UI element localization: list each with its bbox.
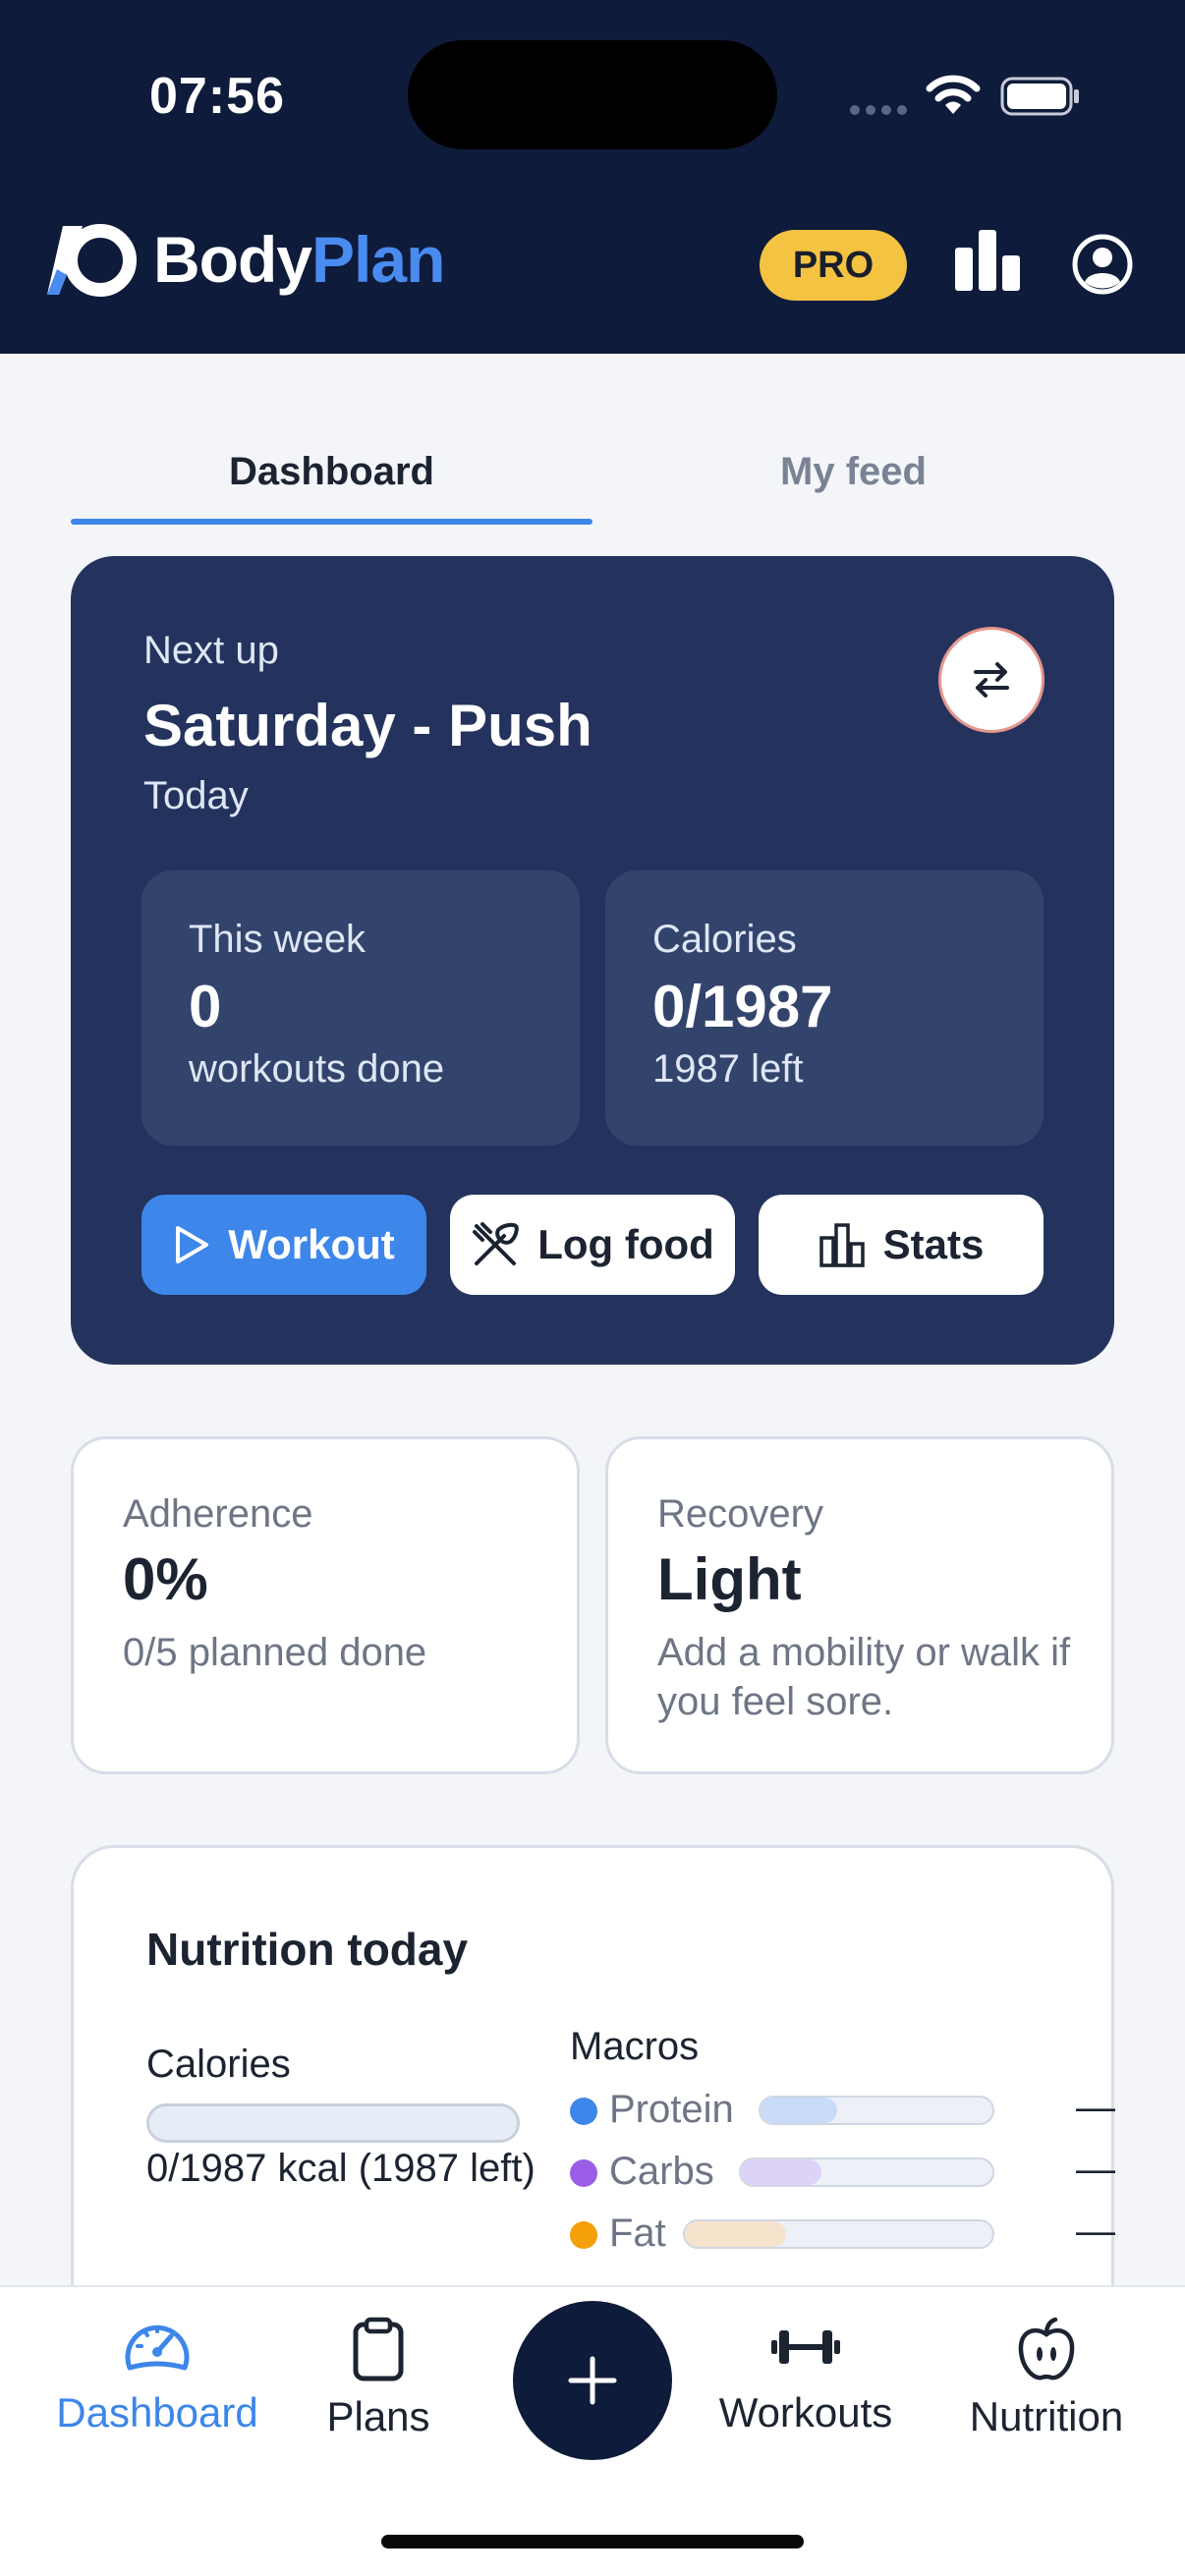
- protein-dot: [570, 2098, 597, 2125]
- active-tab-indicator: [71, 519, 592, 525]
- dumbbell-icon: [771, 2330, 840, 2364]
- logo-icon: [47, 224, 137, 297]
- profile-icon[interactable]: [1071, 233, 1134, 296]
- swap-icon: [974, 662, 1009, 698]
- add-button[interactable]: [513, 2301, 672, 2460]
- recovery-caption: Add a mobility or walk if you feel sore.: [657, 1631, 1071, 1723]
- protein-label: Protein: [609, 2088, 734, 2131]
- next-workout-day: Today: [143, 774, 249, 817]
- tab-bar: Dashboard My feed: [71, 432, 1114, 531]
- home-indicator: [381, 2535, 804, 2548]
- next-up-label: Next up: [143, 629, 279, 672]
- recovery-label: Recovery: [657, 1492, 823, 1536]
- macro-row-fat: Fat —: [570, 2210, 1115, 2259]
- bar-chart-outline-icon: [818, 1223, 865, 1267]
- swap-workout-button[interactable]: [938, 627, 1044, 733]
- nutrition-heading: Nutrition today: [146, 1924, 469, 1975]
- recovery-card[interactable]: Recovery Light Add a mobility or walk if…: [605, 1436, 1114, 1774]
- nav-nutrition-label: Nutrition: [969, 2393, 1124, 2439]
- status-time: 07:56: [149, 68, 285, 125]
- speedometer-icon: [125, 2324, 190, 2371]
- dynamic-island: [408, 40, 777, 149]
- tab-my-feed[interactable]: My feed: [592, 432, 1114, 531]
- nutrition-calories-label: Calories: [146, 2043, 291, 2086]
- adherence-card[interactable]: Adherence 0% 0/5 planned done: [71, 1436, 580, 1774]
- brand-accent: Plan: [311, 223, 445, 296]
- carbs-label: Carbs: [609, 2150, 714, 2193]
- carbs-value: —: [1076, 2148, 1115, 2191]
- fat-value: —: [1076, 2210, 1115, 2253]
- this-week-caption: workouts done: [189, 1047, 445, 1091]
- play-icon: [176, 1226, 209, 1263]
- macro-row-protein: Protein —: [570, 2086, 1115, 2135]
- battery-icon: [1000, 77, 1079, 116]
- app-header: 07:56 BodyPlan PRO: [0, 0, 1185, 354]
- fat-progress-fill: [685, 2221, 787, 2247]
- start-workout-button[interactable]: Workout: [141, 1195, 426, 1295]
- bar-chart-icon[interactable]: [953, 228, 1022, 293]
- nav-workouts-label: Workouts: [718, 2389, 893, 2436]
- nav-plans-label: Plans: [326, 2393, 430, 2439]
- utensils-icon: [473, 1222, 519, 1265]
- signal-icon: [850, 105, 907, 115]
- fat-progress-bar: [683, 2219, 994, 2249]
- this-week-label: This week: [189, 918, 367, 961]
- brand-prefix: Body: [153, 223, 312, 296]
- workout-button-label: Workout: [228, 1221, 395, 1267]
- wifi-icon: [926, 75, 981, 114]
- stats-button[interactable]: Stats: [759, 1195, 1044, 1295]
- apple-icon: [1018, 2317, 1075, 2380]
- calories-stat-caption: 1987 left: [652, 1047, 804, 1091]
- nav-plans[interactable]: Plans: [295, 2317, 462, 2464]
- fat-label: Fat: [609, 2212, 666, 2255]
- nav-dashboard-label: Dashboard: [56, 2389, 258, 2436]
- calories-stat-value: 0/1987: [652, 974, 833, 1039]
- adherence-caption: 0/5 planned done: [123, 1631, 427, 1674]
- this-week-value: 0: [189, 974, 222, 1039]
- macro-row-carbs: Carbs —: [570, 2148, 1115, 2197]
- clipboard-icon: [353, 2317, 404, 2381]
- brand-name: BodyPlan: [153, 222, 445, 297]
- nav-dashboard[interactable]: Dashboard: [29, 2317, 285, 2464]
- stats-button-label: Stats: [882, 1221, 985, 1267]
- plus-icon: [568, 2356, 617, 2405]
- protein-progress-fill: [761, 2098, 837, 2123]
- carbs-progress-fill: [741, 2159, 821, 2185]
- adherence-label: Adherence: [123, 1492, 313, 1536]
- recovery-value: Light: [657, 1546, 802, 1612]
- fat-dot: [570, 2221, 597, 2249]
- calories-stat-label: Calories: [652, 918, 797, 961]
- calories-progress-bar: [146, 2103, 520, 2143]
- protein-progress-bar: [759, 2096, 994, 2125]
- calories-stat: Calories 0/1987 1987 left: [605, 870, 1044, 1146]
- log-food-label: Log food: [537, 1221, 714, 1267]
- carbs-dot: [570, 2159, 597, 2187]
- log-food-button[interactable]: Log food: [450, 1195, 735, 1295]
- protein-value: —: [1076, 2086, 1115, 2129]
- pro-badge[interactable]: PRO: [760, 230, 907, 301]
- next-workout-card: Next up Saturday - Push Today This week …: [71, 556, 1114, 1365]
- nutrition-calories-text: 0/1987 kcal (1987 left): [146, 2147, 536, 2190]
- this-week-stat: This week 0 workouts done: [141, 870, 580, 1146]
- bottom-nav: Dashboard Plans Workouts Nutrition: [0, 2285, 1185, 2576]
- next-workout-title: Saturday - Push: [143, 693, 592, 758]
- nav-nutrition[interactable]: Nutrition: [929, 2317, 1164, 2464]
- nav-workouts[interactable]: Workouts: [698, 2317, 914, 2464]
- macros-label: Macros: [570, 2025, 700, 2068]
- adherence-value: 0%: [123, 1546, 208, 1612]
- tab-dashboard[interactable]: Dashboard: [71, 432, 592, 531]
- carbs-progress-bar: [739, 2157, 994, 2187]
